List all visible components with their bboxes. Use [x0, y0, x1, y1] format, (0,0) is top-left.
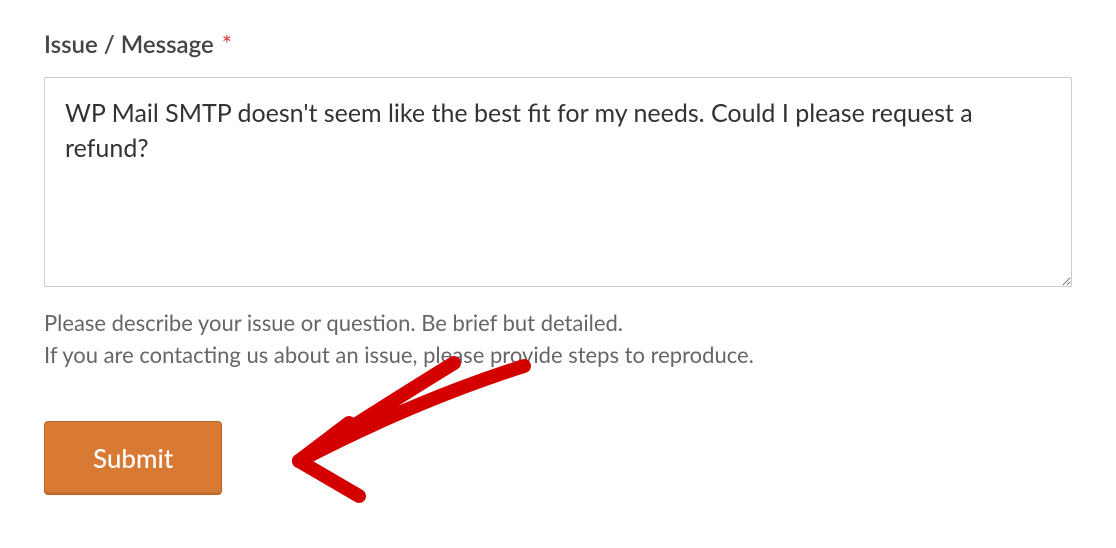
submit-button[interactable]: Submit: [44, 421, 222, 495]
help-text-line1: Please describe your issue or question. …: [44, 307, 1072, 339]
submit-row: Submit: [44, 421, 1072, 495]
issue-message-textarea[interactable]: [44, 77, 1072, 287]
required-asterisk: *: [222, 30, 232, 59]
issue-message-label: Issue / Message *: [44, 30, 1072, 59]
arrow-annotation-icon: [274, 351, 554, 521]
label-text: Issue / Message: [44, 30, 214, 59]
help-text-line2: If you are contacting us about an issue,…: [44, 339, 1072, 371]
help-text: Please describe your issue or question. …: [44, 307, 1072, 371]
